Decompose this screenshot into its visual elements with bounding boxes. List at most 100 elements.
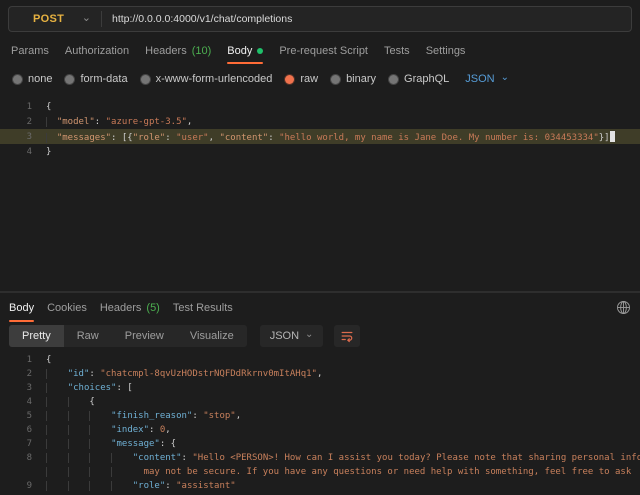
body-type-option-form-data[interactable]: form-data: [65, 73, 127, 85]
body-type-selector: none form-data x-www-form-urlencoded raw bin…: [0, 64, 640, 94]
tab-label: Settings: [426, 45, 466, 57]
tab-label: Pre-request Script: [279, 45, 368, 57]
tab-label: Body: [9, 302, 34, 314]
code-line: 6 "index": 0,: [0, 423, 640, 437]
body-type-label: binary: [346, 73, 376, 85]
code-text: "finish_reason": "stop",: [46, 411, 640, 421]
code-line[interactable]: 1{: [0, 99, 640, 114]
body-type-option-graphql[interactable]: GraphQL: [389, 73, 449, 85]
view-tab-preview[interactable]: Preview: [112, 325, 177, 347]
tab-headers[interactable]: Headers(10): [145, 38, 211, 64]
code-text: {: [46, 397, 640, 407]
body-type-option-none[interactable]: none: [13, 73, 52, 85]
code-line: 8 "content": "Hello <PERSON>! How can I …: [0, 451, 640, 465]
url-box: POST ⌄: [8, 6, 632, 32]
tab-test-results[interactable]: Test Results: [173, 293, 233, 322]
code-text: "role": "assistant": [46, 481, 640, 491]
line-number: 2: [0, 117, 32, 127]
code-line: 1{: [0, 353, 640, 367]
tab-body[interactable]: Body: [9, 293, 34, 322]
view-tab-visualize[interactable]: Visualize: [177, 325, 247, 347]
response-format-dropdown[interactable]: JSON ⌄: [260, 325, 324, 347]
view-tab-pretty[interactable]: Pretty: [9, 325, 64, 347]
tab-tests[interactable]: Tests: [384, 38, 410, 64]
line-number: 1: [0, 102, 32, 112]
chevron-down-icon: ⌄: [305, 330, 313, 340]
body-type-label: none: [28, 73, 52, 85]
method-label: POST: [33, 13, 64, 25]
tab-label: Params: [11, 45, 49, 57]
body-type-label: GraphQL: [404, 73, 449, 85]
request-tabs: Params Authorization Headers(10) Body Pre-re…: [0, 38, 640, 64]
code-text: "choices": [: [46, 383, 640, 393]
radio-selected-icon: [285, 75, 294, 84]
body-type-label: raw: [300, 73, 318, 85]
code-text: "model": "azure-gpt-3.5",: [46, 117, 640, 127]
code-text: "content": "Hello <PERSON>! How can I as…: [46, 453, 640, 463]
code-line: may not be secure. If you have any quest…: [0, 465, 640, 479]
line-number: 6: [0, 425, 32, 435]
line-number: 8: [0, 453, 32, 463]
request-body-editor[interactable]: 1{2 "model": "azure-gpt-3.5",3 "messages…: [0, 94, 640, 292]
body-type-label: form-data: [80, 73, 127, 85]
radio-unselected-icon: [13, 75, 22, 84]
code-line[interactable]: 3 "messages": [{"role": "user", "content…: [0, 129, 640, 144]
body-type-label: x-www-form-urlencoded: [156, 73, 273, 85]
line-number: 2: [0, 369, 32, 379]
code-line[interactable]: 4}: [0, 144, 640, 159]
url-input[interactable]: [112, 13, 631, 25]
tab-headers[interactable]: Headers(5): [100, 293, 160, 322]
response-body-editor: 1{2 "id": "chatcmpl-8qvUzHODstrNQFDdRkrn…: [0, 349, 640, 495]
response-section: Body Cookies Headers(5) Test Results Pretty…: [0, 292, 640, 495]
line-number: 3: [0, 383, 32, 393]
response-tabs: Body Cookies Headers(5) Test Results: [0, 293, 640, 322]
divider: [101, 11, 102, 27]
code-text: "index": 0,: [46, 425, 640, 435]
tab-count-badge: (5): [146, 302, 159, 314]
code-line: 7 "message": {: [0, 437, 640, 451]
line-number: 3: [0, 132, 32, 142]
radio-unselected-icon: [331, 75, 340, 84]
code-line[interactable]: 2 "model": "azure-gpt-3.5",: [0, 114, 640, 129]
tab-label: Body: [227, 45, 252, 57]
raw-format-dropdown[interactable]: JSON ⌄: [465, 73, 509, 85]
code-text: may not be secure. If you have any quest…: [46, 467, 640, 477]
wrap-text-icon: [340, 329, 354, 343]
body-type-option-x-www-form-urlencoded[interactable]: x-www-form-urlencoded: [141, 73, 273, 85]
tab-cookies[interactable]: Cookies: [47, 293, 87, 322]
wrap-text-button[interactable]: [334, 325, 360, 347]
code-text: {: [46, 355, 640, 365]
raw-format-label: JSON: [465, 73, 494, 85]
tab-pre-request-script[interactable]: Pre-request Script: [279, 38, 368, 64]
line-number: 1: [0, 355, 32, 365]
tab-params[interactable]: Params: [11, 38, 49, 64]
body-type-option-binary[interactable]: binary: [331, 73, 376, 85]
tab-label: Test Results: [173, 302, 233, 314]
request-url-bar: POST ⌄: [0, 0, 640, 38]
line-number: 4: [0, 147, 32, 157]
chevron-down-icon: ⌄: [501, 73, 509, 83]
code-line: 5 "finish_reason": "stop",: [0, 409, 640, 423]
response-view-tabs: PrettyRawPreviewVisualize: [9, 325, 247, 347]
chevron-down-icon: ⌄: [82, 13, 91, 24]
tab-label: Tests: [384, 45, 410, 57]
code-line: 3 "choices": [: [0, 381, 640, 395]
network-globe-icon[interactable]: [616, 300, 631, 315]
line-number: 9: [0, 481, 32, 491]
tab-body[interactable]: Body: [227, 38, 263, 64]
code-line: 4 {: [0, 395, 640, 409]
tab-label: Cookies: [47, 302, 87, 314]
code-line: 2 "id": "chatcmpl-8qvUzHODstrNQFDdRkrnv0…: [0, 367, 640, 381]
radio-unselected-icon: [141, 75, 150, 84]
radio-unselected-icon: [65, 75, 74, 84]
response-format-label: JSON: [270, 330, 299, 342]
tab-label: Authorization: [65, 45, 129, 57]
code-text: }: [46, 147, 640, 157]
method-selector[interactable]: POST ⌄: [9, 7, 101, 31]
tab-label: Headers: [145, 45, 187, 57]
tab-settings[interactable]: Settings: [426, 38, 466, 64]
tab-authorization[interactable]: Authorization: [65, 38, 129, 64]
code-text: {: [46, 102, 640, 112]
body-type-option-raw[interactable]: raw: [285, 73, 318, 85]
view-tab-raw[interactable]: Raw: [64, 325, 112, 347]
